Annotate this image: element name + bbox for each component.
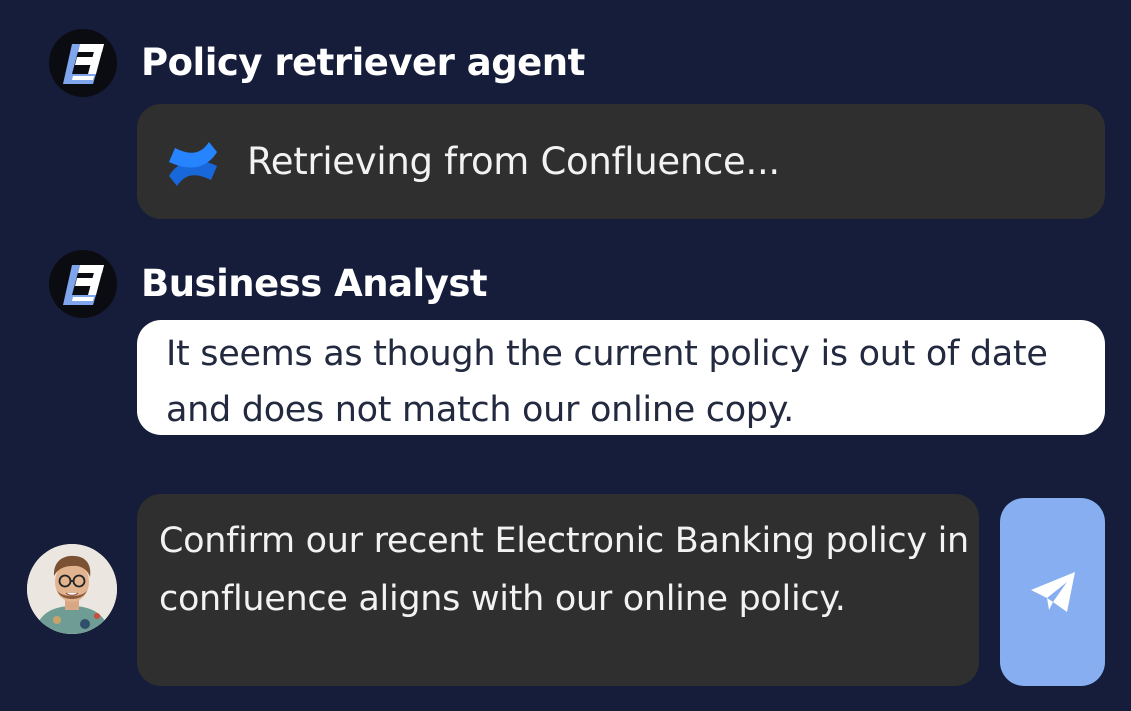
- status-bubble: Retrieving from Confluence...: [137, 104, 1105, 219]
- agent-name: Business Analyst: [141, 262, 488, 305]
- agent-name: Policy retriever agent: [141, 41, 585, 84]
- user-avatar[interactable]: [27, 544, 117, 634]
- lumen-logo-icon: [63, 44, 104, 84]
- confluence-icon: [165, 136, 221, 192]
- message-input-text[interactable]: Confirm our recent Electronic Banking po…: [159, 512, 979, 628]
- lumen-logo-icon: [63, 265, 104, 305]
- message-bubble: It seems as though the current policy is…: [137, 320, 1105, 435]
- send-button[interactable]: [1000, 498, 1105, 686]
- agent-avatar: [49, 29, 117, 97]
- message-text: It seems as though the current policy is…: [166, 334, 1048, 430]
- agent-avatar: [49, 250, 117, 318]
- send-icon: [1030, 572, 1075, 612]
- message-input[interactable]: Confirm our recent Electronic Banking po…: [137, 494, 979, 686]
- status-text: Retrieving from Confluence...: [247, 140, 780, 183]
